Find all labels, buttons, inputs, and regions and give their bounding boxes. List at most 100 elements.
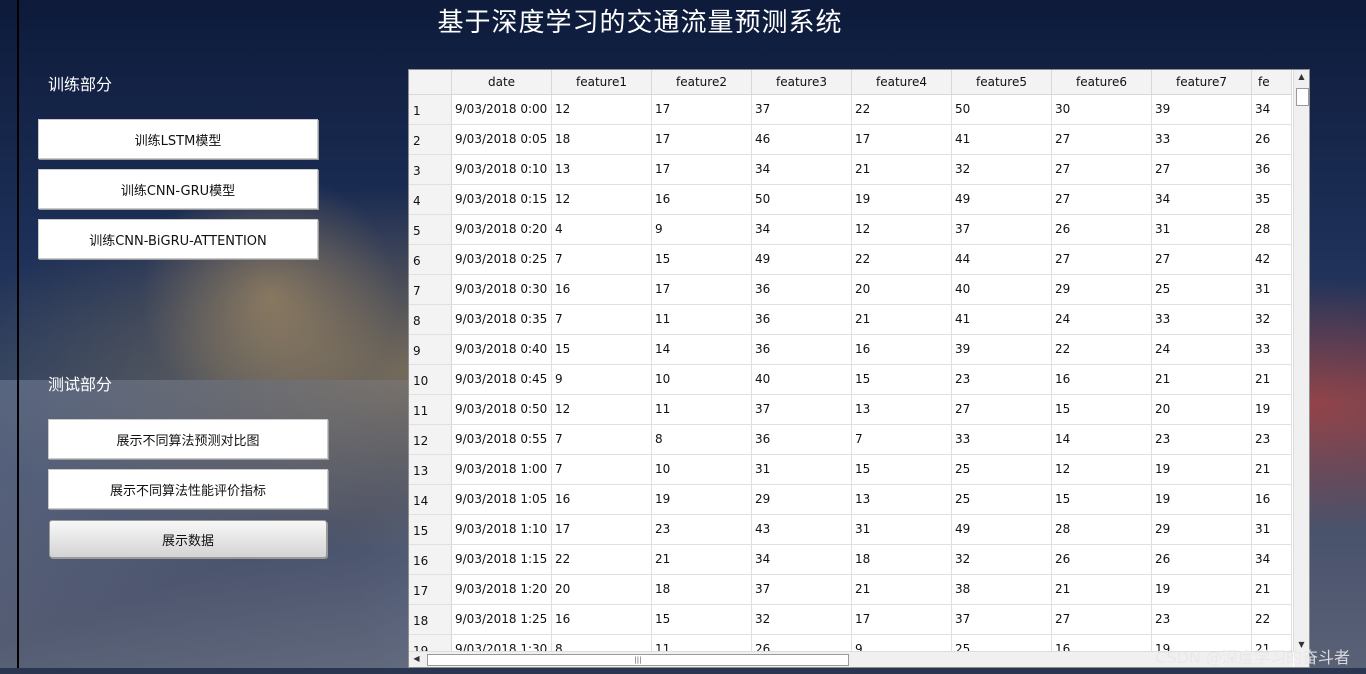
table-cell[interactable]: 23: [652, 515, 752, 544]
table-cell[interactable]: 41: [952, 305, 1052, 334]
table-cell[interactable]: 22: [552, 545, 652, 574]
table-cell[interactable]: 21: [1252, 365, 1292, 394]
table-cell[interactable]: 26: [752, 635, 852, 652]
table-cell[interactable]: 25: [952, 455, 1052, 484]
table-cell[interactable]: 13: [852, 485, 952, 514]
table-cell[interactable]: 16: [1052, 635, 1152, 652]
table-cell[interactable]: 15: [852, 365, 952, 394]
table-cell[interactable]: 10: [652, 455, 752, 484]
table-row[interactable]: 7 9/03/2018 0:30 16 17 36 20 40 29 25 31: [409, 275, 1292, 305]
table-cell[interactable]: 49: [952, 185, 1052, 214]
table-cell[interactable]: 33: [1252, 335, 1292, 364]
table-row[interactable]: 2 9/03/2018 0:05 18 17 46 17 41 27 33 26: [409, 125, 1292, 155]
scroll-left-arrow-icon[interactable]: ◀: [409, 652, 424, 666]
table-cell[interactable]: 29: [752, 485, 852, 514]
row-header[interactable]: 14: [409, 485, 452, 514]
table-cell[interactable]: 24: [1152, 335, 1252, 364]
table-cell[interactable]: 15: [652, 605, 752, 634]
table-cell[interactable]: 17: [652, 125, 752, 154]
table-cell[interactable]: 43: [752, 515, 852, 544]
table-cell[interactable]: 9/03/2018 1:10: [452, 515, 552, 544]
table-cell[interactable]: 9/03/2018 0:10: [452, 155, 552, 184]
table-cell[interactable]: 17: [552, 515, 652, 544]
table-cell[interactable]: 21: [852, 155, 952, 184]
table-cell[interactable]: 49: [752, 245, 852, 274]
table-row[interactable]: 9 9/03/2018 0:40 15 14 36 16 39 22 24 33: [409, 335, 1292, 365]
table-cell[interactable]: 20: [552, 575, 652, 604]
row-header[interactable]: 1: [409, 95, 452, 124]
table-cell[interactable]: 21: [852, 305, 952, 334]
table-cell[interactable]: 18: [852, 545, 952, 574]
scroll-up-arrow-icon[interactable]: ▲: [1294, 70, 1309, 84]
table-cell[interactable]: 7: [552, 305, 652, 334]
table-cell[interactable]: 28: [1252, 215, 1292, 244]
table-cell[interactable]: 14: [652, 335, 752, 364]
table-cell[interactable]: 35: [1252, 185, 1292, 214]
table-cell[interactable]: 4: [552, 215, 652, 244]
table-cell[interactable]: 9/03/2018 0:20: [452, 215, 552, 244]
table-cell[interactable]: 32: [1252, 305, 1292, 334]
table-cell[interactable]: 19: [652, 485, 752, 514]
train-lstm-button[interactable]: 训练LSTM模型: [38, 119, 318, 159]
table-cell[interactable]: 8: [652, 425, 752, 454]
table-row[interactable]: 14 9/03/2018 1:05 16 19 29 13 25 15 19 16: [409, 485, 1292, 515]
column-header[interactable]: feature2: [652, 70, 752, 94]
table-cell[interactable]: 21: [1152, 365, 1252, 394]
table-cell[interactable]: 23: [1252, 425, 1292, 454]
column-header[interactable]: feature7: [1152, 70, 1252, 94]
table-cell[interactable]: 27: [1152, 245, 1252, 274]
table-cell[interactable]: 39: [952, 335, 1052, 364]
table-row[interactable]: 16 9/03/2018 1:15 22 21 34 18 32 26 26 34: [409, 545, 1292, 575]
table-cell[interactable]: 7: [552, 455, 652, 484]
show-prediction-comparison-button[interactable]: 展示不同算法预测对比图: [48, 419, 328, 459]
table-cell[interactable]: 37: [752, 95, 852, 124]
table-cell[interactable]: 18: [652, 575, 752, 604]
table-cell[interactable]: 12: [552, 395, 652, 424]
table-cell[interactable]: 32: [752, 605, 852, 634]
table-cell[interactable]: 14: [1052, 425, 1152, 454]
data-table[interactable]: date feature1 feature2 feature3 feature4…: [408, 69, 1310, 668]
table-cell[interactable]: 25: [952, 485, 1052, 514]
table-cell[interactable]: 41: [952, 125, 1052, 154]
show-performance-metrics-button[interactable]: 展示不同算法性能评价指标: [48, 469, 328, 509]
column-header[interactable]: feature4: [852, 70, 952, 94]
table-cell[interactable]: 36: [1252, 155, 1292, 184]
table-cell[interactable]: 27: [1052, 125, 1152, 154]
table-row[interactable]: 10 9/03/2018 0:45 9 10 40 15 23 16 21 21: [409, 365, 1292, 395]
table-cell[interactable]: 50: [752, 185, 852, 214]
table-cell[interactable]: 9/03/2018 0:00: [452, 95, 552, 124]
table-cell[interactable]: 16: [552, 605, 652, 634]
table-cell[interactable]: 34: [1152, 185, 1252, 214]
table-cell[interactable]: 30: [1052, 95, 1152, 124]
table-cell[interactable]: 10: [652, 365, 752, 394]
table-cell[interactable]: 31: [1252, 275, 1292, 304]
row-header[interactable]: 2: [409, 125, 452, 154]
table-cell[interactable]: 21: [652, 545, 752, 574]
table-cell[interactable]: 9/03/2018 1:15: [452, 545, 552, 574]
table-cell[interactable]: 17: [852, 125, 952, 154]
table-cell[interactable]: 7: [552, 425, 652, 454]
table-cell[interactable]: 50: [952, 95, 1052, 124]
table-cell[interactable]: 9/03/2018 1:20: [452, 575, 552, 604]
table-cell[interactable]: 37: [952, 215, 1052, 244]
row-header[interactable]: 12: [409, 425, 452, 454]
table-cell[interactable]: 32: [952, 155, 1052, 184]
table-cell[interactable]: 31: [1252, 515, 1292, 544]
table-cell[interactable]: 26: [1252, 125, 1292, 154]
horizontal-scroll-thumb[interactable]: |||: [427, 654, 849, 666]
table-cell[interactable]: 27: [1052, 185, 1152, 214]
table-cell[interactable]: 27: [952, 395, 1052, 424]
table-cell[interactable]: 34: [752, 215, 852, 244]
table-cell[interactable]: 28: [1052, 515, 1152, 544]
table-cell[interactable]: 36: [752, 335, 852, 364]
table-cell[interactable]: 9/03/2018 0:50: [452, 395, 552, 424]
table-cell[interactable]: 29: [1052, 275, 1152, 304]
row-header[interactable]: 11: [409, 395, 452, 424]
table-cell[interactable]: 44: [952, 245, 1052, 274]
table-cell[interactable]: 22: [1252, 605, 1292, 634]
table-cell[interactable]: 16: [552, 485, 652, 514]
table-cell[interactable]: 15: [852, 455, 952, 484]
table-cell[interactable]: 21: [1052, 575, 1152, 604]
table-cell[interactable]: 11: [652, 635, 752, 652]
table-cell[interactable]: 34: [752, 155, 852, 184]
